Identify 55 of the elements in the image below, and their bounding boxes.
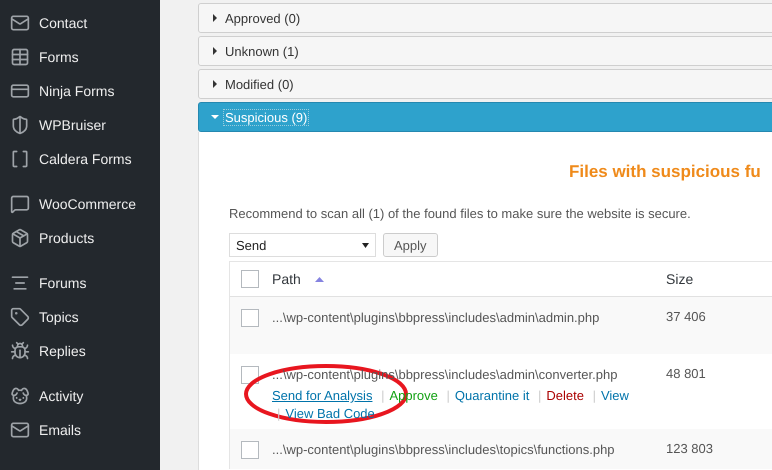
sort-ascending-icon [314,276,324,282]
caret-icon [211,14,219,22]
select-all-checkbox[interactable] [241,270,259,288]
sidebar-item[interactable]: WPBruiser [0,108,160,142]
bug-icon [10,341,30,361]
caret-icon [211,113,219,121]
row-action-link[interactable]: View Bad Code [285,406,375,421]
accordion-header[interactable]: Unknown (1) [198,36,772,66]
dog-icon [10,386,30,406]
sidebar-item[interactable]: Emails [0,413,160,447]
accordion-header[interactable]: Approved (0) [198,3,772,33]
file-size: 123 803 [666,440,714,456]
file-size: 37 406 [666,308,707,324]
table-icon [10,47,30,67]
file-path: ...\wp-content\plugins\bbpress\includes\topics\functions.php [272,442,615,457]
row-action-link[interactable]: Send for Analysis [272,388,372,403]
sidebar-item[interactable]: Forums [0,266,160,300]
tag-icon [10,307,30,327]
speech-bubble-icon [10,194,30,214]
sidebar-item[interactable]: WooCommerce [0,187,160,221]
column-header[interactable]: Path [272,271,324,287]
file-path: ...\wp-content\plugins\bbpress\includes\admin\admin.php [272,310,600,325]
sidebar-item[interactable]: Caldera Forms [0,142,160,176]
shield-icon [10,115,30,135]
column-header[interactable]: Size [666,271,694,287]
bulk-action-select[interactable]: Send [229,233,376,257]
sidebar-item[interactable]: Contact [0,6,160,40]
row-checkbox[interactable] [241,441,259,459]
sidebar-item[interactable]: Ninja Forms [0,74,160,108]
row-action-link[interactable]: Delete [546,388,584,403]
envelope-icon [10,13,30,33]
sidebar-item[interactable]: Forms [0,40,160,74]
caret-icon [211,80,219,88]
action-separator: | [381,388,384,403]
panel-heading: Files with suspicious fu [569,162,762,182]
row-action-link[interactable]: Quarantine it [454,388,530,403]
action-separator: | [538,388,542,403]
sidebar-item[interactable]: Replies [0,334,160,368]
caret-icon [211,47,219,55]
box-icon [10,228,30,248]
row-action-link[interactable]: View [600,388,629,403]
action-separator: | [592,388,596,403]
file-size: 48 801 [666,365,707,381]
accordion-header[interactable]: Modified (0) [198,69,772,99]
row-checkbox[interactable] [241,309,259,327]
sidebar-item[interactable]: Activity [0,379,160,413]
dropdown-arrow-icon [362,242,369,248]
sidebar-item[interactable]: Topics [0,300,160,334]
action-separator: | [277,406,280,421]
apply-button[interactable]: Apply [383,233,438,257]
sidebar-item[interactable]: Products [0,221,160,255]
envelope-icon [10,420,30,440]
action-separator: | [446,388,450,403]
bracket-icon [10,149,30,169]
scan-notice: Recommend to scan all (1) of the found files to make sure the website is secure. [229,206,692,221]
